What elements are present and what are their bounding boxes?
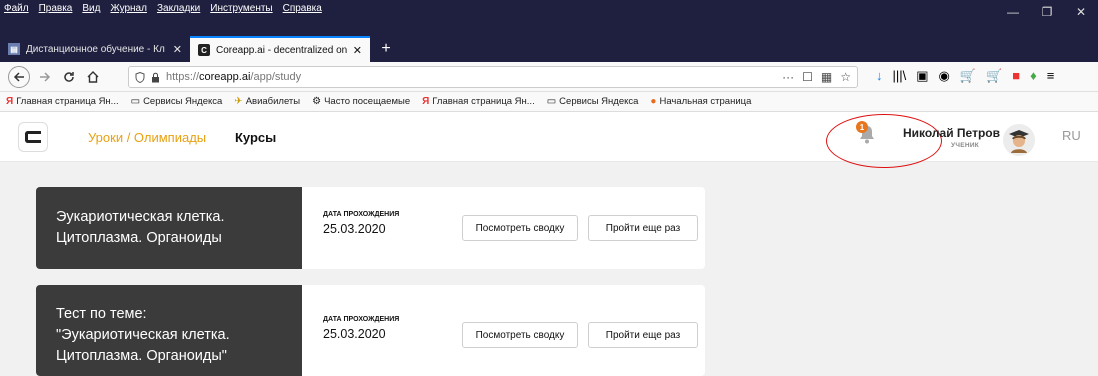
menu-edit[interactable]: Правка — [39, 3, 73, 14]
gear-icon: ⚙ — [312, 96, 322, 107]
menu-history[interactable]: Журнал — [110, 3, 147, 14]
bookmark-avia[interactable]: ✈ Авиабилеты — [234, 96, 300, 107]
browser-titlebar: Файл Правка Вид Журнал Закладки Инструме… — [0, 0, 1098, 36]
tab-label: Coreapp.ai - decentralized onli — [216, 44, 347, 56]
close-window-button[interactable]: ✕ — [1064, 0, 1098, 24]
yandex-icon: Я — [6, 96, 14, 107]
page-actions-icon[interactable]: ··· — [782, 70, 794, 84]
account-icon[interactable]: ◉ — [939, 68, 950, 84]
user-role: УЧЕНИК — [951, 142, 980, 149]
url-path: /app/study — [250, 71, 302, 83]
bookmark-label: Часто посещаемые — [324, 96, 411, 107]
menu-help[interactable]: Справка — [283, 3, 322, 14]
reload-icon — [64, 72, 74, 82]
student-avatar-icon — [1009, 130, 1029, 153]
pocket-icon[interactable]: ☐ — [802, 70, 813, 84]
hamburger-menu-icon[interactable]: ≡ — [1047, 68, 1055, 84]
new-tab-button[interactable]: + — [376, 36, 396, 62]
bookmark-label: Главная страница Ян... — [16, 96, 119, 107]
annotation-circle — [826, 114, 942, 168]
bookmark-label: Главная страница Ян... — [432, 96, 535, 107]
lock-icon — [152, 72, 159, 82]
home-button[interactable] — [82, 66, 104, 88]
card-title: Эукариотическая клетка. Цитоплазма. Орга… — [56, 209, 225, 246]
reload-button[interactable] — [58, 66, 80, 88]
retry-button[interactable]: Пройти еще раз — [588, 215, 698, 241]
menu-tools[interactable]: Инструменты — [210, 3, 272, 14]
date-label: ДАТА ПРОХОЖДЕНИЯ — [323, 211, 400, 218]
minimize-button[interactable]: — — [996, 0, 1030, 24]
home-icon — [87, 71, 99, 83]
study-card: Тест по теме: "Эукариотическая клетка. Ц… — [36, 285, 705, 376]
flag-extension-icon[interactable]: ■ — [1012, 68, 1020, 84]
toolbar-icons: ↓ |||\ ▣ ◉ 🛒 🛒 ■ ♦ ≡ — [876, 68, 1054, 84]
card-title-block: Тест по теме: "Эукариотическая клетка. Ц… — [36, 285, 302, 376]
bookmark-label: Начальная страница — [659, 96, 752, 107]
arrow-left-icon — [13, 72, 24, 82]
url-actions: ··· ☐ ▦ ☆ — [782, 70, 851, 84]
url-scheme: https:// — [166, 71, 200, 83]
coreapp-favicon-icon: C — [198, 44, 210, 56]
tab-close-icon[interactable]: ✕ — [353, 44, 362, 57]
tab-coreapp[interactable]: C Coreapp.ai - decentralized onli ✕ — [190, 36, 370, 62]
yandex-icon: Я — [422, 96, 430, 107]
menu-file[interactable]: Файл — [4, 3, 29, 14]
firefox-icon: ● — [650, 96, 657, 107]
date-label: ДАТА ПРОХОЖДЕНИЯ — [323, 316, 400, 323]
sidebar-icon[interactable]: ▣ — [916, 68, 928, 84]
retry-button[interactable]: Пройти еще раз — [588, 322, 698, 348]
date-value: 25.03.2020 — [323, 222, 386, 236]
tab-close-icon[interactable]: ✕ — [173, 43, 182, 56]
bookmark-yandex-services[interactable]: ▭ Сервисы Яндекса — [131, 96, 223, 107]
bookmark-star-icon[interactable]: ☆ — [840, 70, 851, 84]
menu-bookmarks[interactable]: Закладки — [157, 3, 200, 14]
bookmarks-bar: Я Главная страница Ян... ▭ Сервисы Яндекса… — [0, 92, 1098, 112]
library-icon[interactable]: |||\ — [893, 68, 907, 84]
tab-distance-learning[interactable]: ▤ Дистанционное обучение - Кл ✕ — [0, 36, 190, 62]
bookmark-yandex-services-2[interactable]: ▭ Сервисы Яндекса — [547, 96, 639, 107]
bookmark-yandex-home[interactable]: Я Главная страница Ян... — [6, 96, 119, 107]
menu-view[interactable]: Вид — [82, 3, 100, 14]
bookmark-start-page[interactable]: ● Начальная страница — [650, 96, 751, 107]
cart-extension-2-icon[interactable]: 🛒 — [986, 68, 1002, 84]
bookmark-yandex-home-2[interactable]: Я Главная страница Ян... — [422, 96, 535, 107]
downloads-icon[interactable]: ↓ — [876, 68, 883, 84]
bookmark-most-visited[interactable]: ⚙ Часто посещаемые — [312, 96, 410, 107]
url-host: coreapp.ai — [199, 71, 251, 83]
study-card: Эукариотическая клетка. Цитоплазма. Орга… — [36, 187, 705, 269]
navigation-bar: https://coreapp.ai/app/study ··· ☐ ▦ ☆ ↓… — [0, 62, 1098, 92]
bookmark-label: Авиабилеты — [245, 96, 301, 107]
bookmark-label: Сервисы Яндекса — [559, 96, 639, 107]
view-summary-button[interactable]: Посмотреть сводку — [462, 322, 578, 348]
back-button[interactable] — [8, 66, 30, 88]
nav-courses[interactable]: Курсы — [235, 130, 276, 145]
folder-icon: ▭ — [130, 96, 141, 107]
shield-icon — [135, 71, 145, 83]
folder-icon: ▭ — [546, 96, 557, 107]
tab-label: Дистанционное обучение - Кл — [26, 43, 165, 55]
avatar[interactable] — [1003, 124, 1035, 156]
language-switch[interactable]: RU — [1062, 128, 1081, 143]
coreapp-logo[interactable] — [18, 122, 48, 152]
menu-bar: Файл Правка Вид Журнал Закладки Инструме… — [4, 3, 322, 14]
url-bar[interactable]: https://coreapp.ai/app/study ··· ☐ ▦ ☆ — [128, 66, 858, 88]
logo-mark-icon — [25, 131, 41, 143]
tab-favicon-icon: ▤ — [8, 43, 20, 55]
card-title-block: Эукариотическая клетка. Цитоплазма. Орга… — [36, 187, 302, 269]
user-name[interactable]: Николай Петров — [903, 126, 1000, 140]
download-extension-icon[interactable]: ♦ — [1030, 68, 1037, 84]
plane-icon: ✈ — [234, 96, 243, 107]
arrow-right-icon — [40, 72, 51, 82]
window-controls: — ❐ ✕ — [996, 0, 1098, 24]
date-value: 25.03.2020 — [323, 327, 386, 341]
card-title: Тест по теме: "Эукариотическая клетка. Ц… — [56, 306, 230, 364]
view-summary-button[interactable]: Посмотреть сводку — [462, 215, 578, 241]
reader-view-icon[interactable]: ▦ — [821, 70, 832, 84]
nav-lessons-olympiads[interactable]: Уроки / Олимпиады — [88, 130, 206, 145]
forward-button[interactable] — [34, 66, 56, 88]
bookmark-label: Сервисы Яндекса — [143, 96, 223, 107]
maximize-button[interactable]: ❐ — [1030, 0, 1064, 24]
cart-extension-icon[interactable]: 🛒 — [960, 68, 976, 84]
